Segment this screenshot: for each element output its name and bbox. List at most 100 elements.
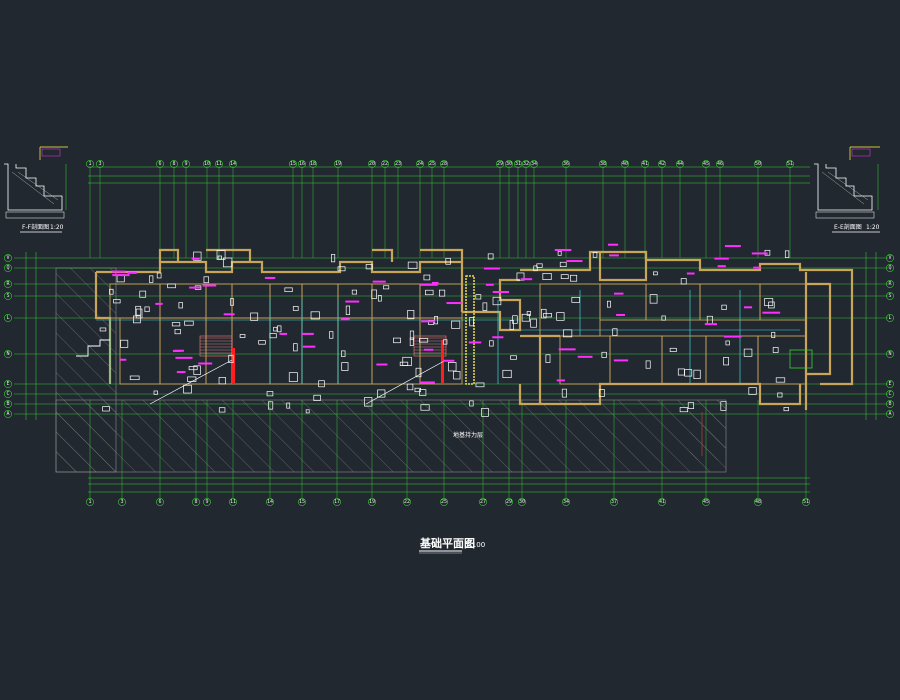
axis-bubble-bottom-label: 6: [158, 499, 161, 505]
axis-bubble-right-label: Q: [888, 265, 891, 271]
axis-bubble-left-label: A: [6, 411, 9, 417]
axis-bubble-bottom-label: 14: [267, 499, 273, 505]
detail-right-scale: 1:20: [866, 224, 880, 231]
dimension-annotation: [468, 341, 482, 344]
axis-bubble-bottom-label: 29: [506, 499, 512, 505]
axis-bubble-top-label: 11: [216, 161, 222, 167]
drawing-scale: 1:100: [465, 541, 485, 549]
axis-bubble-top-label: 34: [531, 161, 537, 167]
axis-bubble-top-label: 42: [659, 161, 665, 167]
axis-bubble-left-label: L: [6, 315, 9, 321]
axis-bubble-bottom-label: 25: [441, 499, 447, 505]
axis-bubble-top-label: 46: [717, 161, 723, 167]
axis-bubble-top-label: 10: [204, 161, 210, 167]
axis-bubble-top-label: 28: [441, 161, 447, 167]
hatch-label: 地基持力层: [453, 431, 483, 439]
dimension-annotation: [421, 320, 436, 323]
dimension-annotation: [302, 345, 316, 348]
axis-bubble-top-label: 41: [642, 161, 648, 167]
dimension-annotation: [717, 265, 726, 268]
axis-bubble-top-label: 15: [290, 161, 296, 167]
axis-bubble-top-label: 23: [395, 161, 401, 167]
dimension-annotation: [714, 257, 729, 260]
axis-bubble-right-label: C: [888, 391, 891, 397]
axis-bubble-right-label: V: [888, 255, 891, 261]
axis-bubble-right-label: E: [888, 381, 891, 387]
dimension-annotation: [189, 286, 201, 289]
foundation-plan-drawing: 地基持力层 1 3 6 8 9 10 11 14 15 16 18 19 20 22 23 24 25 28 29 3…: [0, 0, 900, 700]
axis-bubble-right-label: S: [888, 293, 891, 299]
axis-bubble-top-label: 31: [515, 161, 521, 167]
axis-bubble-left-label: C: [6, 391, 9, 397]
dimension-annotation: [423, 348, 434, 351]
detail-right-title: E-E剖面图: [834, 223, 862, 231]
axis-bubble-top-label: 9: [184, 161, 187, 167]
detail-left-title: F-F剖面图: [22, 223, 49, 231]
dimension-annotation: [198, 362, 213, 365]
dimension-annotation: [301, 332, 314, 335]
dimension-annotation: [279, 332, 288, 335]
dimension-annotation: [483, 267, 500, 270]
axis-bubble-top-label: 32: [523, 161, 529, 167]
dimension-annotation: [609, 254, 619, 257]
axis-bubble-top-label: 38: [600, 161, 606, 167]
dimension-annotation: [751, 252, 768, 255]
dimension-annotation: [724, 245, 741, 248]
axis-bubble-top-label: 24: [417, 161, 423, 167]
axis-bubble-top-label: 22: [382, 161, 388, 167]
axis-bubble-bottom-label: 34: [563, 499, 569, 505]
axis-bubble-bottom-label: 17: [334, 499, 340, 505]
axis-bubble-right-label: N: [888, 351, 891, 357]
axis-bubble-bottom-label: 11: [230, 499, 236, 505]
axis-bubble-top-label: 3: [98, 161, 101, 167]
dimension-annotation: [120, 358, 127, 361]
axis-bubble-top-label: 40: [622, 161, 628, 167]
dimension-annotation: [753, 266, 761, 269]
dimension-annotation: [127, 271, 137, 274]
axis-bubble-right-label: A: [888, 411, 891, 417]
axis-bubble-top-label: 44: [677, 161, 683, 167]
dimension-annotation: [686, 272, 695, 275]
axis-bubble-top-label: 51: [787, 161, 793, 167]
dimension-annotation: [704, 323, 717, 326]
axis-bubble-top-label: 14: [230, 161, 236, 167]
dimension-annotation: [485, 283, 494, 286]
dimension-annotation: [492, 336, 504, 339]
red-wall: [232, 348, 235, 384]
axis-bubble-bottom-label: 19: [369, 499, 375, 505]
dimension-annotation: [345, 300, 360, 303]
axis-bubble-bottom-label: 30: [519, 499, 525, 505]
axis-bubble-top-label: 45: [703, 161, 709, 167]
dimension-annotation: [376, 363, 388, 366]
axis-bubble-top-label: 20: [369, 161, 375, 167]
dimension-annotation: [176, 371, 186, 374]
dimension-annotation: [223, 313, 235, 316]
dimension-annotation: [556, 379, 565, 382]
axis-bubble-top-label: 6: [158, 161, 161, 167]
dimension-annotation: [446, 302, 463, 305]
axis-bubble-bottom-label: 41: [659, 499, 665, 505]
dimension-annotation: [762, 311, 781, 314]
detail-left-scale: 1:20: [50, 224, 64, 231]
dimension-annotation: [112, 274, 130, 277]
dimension-annotation: [492, 291, 510, 294]
axis-bubble-left-label: V: [6, 255, 9, 261]
axis-bubble-bottom-label: 1: [88, 499, 91, 505]
axis-bubble-left-label: E: [6, 381, 9, 387]
axis-bubble-bottom-label: 48: [755, 499, 761, 505]
axis-bubble-left-label: N: [6, 351, 9, 357]
drawing-background: [0, 0, 900, 700]
dimension-annotation: [554, 248, 572, 251]
dimension-annotation: [175, 356, 193, 359]
axis-bubble-left-label: B: [6, 401, 9, 407]
dimension-annotation: [616, 313, 625, 316]
axis-bubble-left-label: Q: [6, 265, 9, 271]
dimension-annotation: [191, 257, 200, 260]
dimension-annotation: [613, 359, 629, 362]
dimension-annotation: [431, 281, 439, 284]
dimension-annotation: [520, 278, 533, 281]
axis-bubble-top-label: 25: [429, 161, 435, 167]
dimension-annotation: [420, 381, 435, 384]
axis-bubble-bottom-label: 37: [611, 499, 617, 505]
axis-bubble-bottom-label: 15: [299, 499, 305, 505]
